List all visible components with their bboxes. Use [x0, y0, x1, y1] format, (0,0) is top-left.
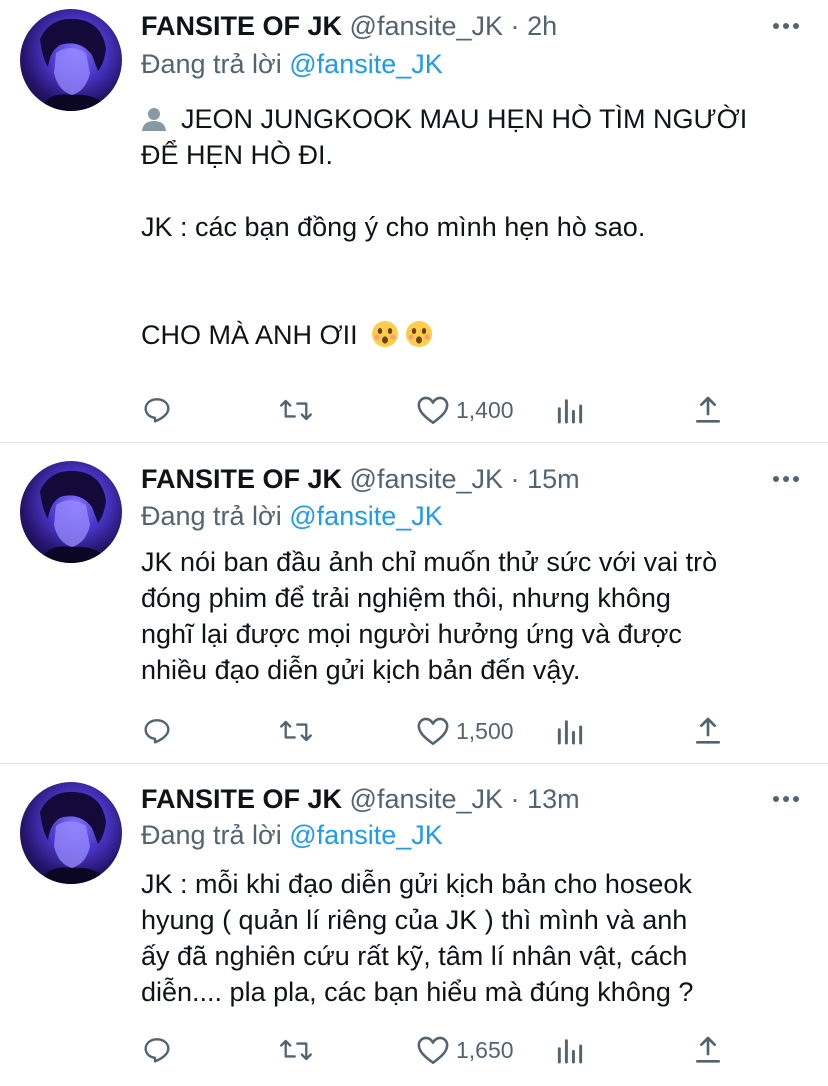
like-button[interactable]: 1,400: [416, 390, 514, 430]
more-icon: [773, 796, 799, 802]
share-button[interactable]: [692, 711, 724, 751]
tweet[interactable]: FANSITE OF JK @fansite_JK · 15m Đang trả…: [0, 443, 828, 764]
analytics-button[interactable]: [554, 390, 586, 430]
replying-to: Đang trả lời @fansite_JK: [141, 819, 443, 851]
text-line: JK : mỗi khi đạo diễn gửi kịch bản cho h…: [141, 869, 692, 899]
like-icon: [417, 396, 449, 425]
reply-icon: [144, 1038, 170, 1063]
tweet-text: JEON JUNGKOOK MAU HẸN HÒ TÌM NGƯỜI ĐỂ HẸ…: [141, 101, 813, 353]
analytics-icon: [557, 399, 583, 424]
text-line: ấy đã nghiên cứu rất kỹ, tâm lí nhân vật…: [141, 941, 688, 971]
tweet[interactable]: FANSITE OF JK @fansite_JK · 13m Đang trả…: [0, 764, 828, 1086]
reply-button[interactable]: [141, 711, 173, 751]
text-line: nhiều đạo diễn gửi kịch bản đến vậy.: [141, 655, 581, 685]
retweet-icon: [280, 1039, 312, 1061]
tweet-actions: 1,650: [141, 1030, 741, 1070]
tweet-text: JK nói ban đầu ảnh chỉ muốn thử sức với …: [141, 544, 813, 688]
analytics-icon: [557, 720, 583, 745]
avatar-image: [40, 18, 108, 111]
text-line: JK : các bạn đồng ý cho mình hẹn hò sao.: [141, 212, 646, 242]
retweet-button[interactable]: [278, 1030, 314, 1070]
separator-dot: ·: [510, 464, 520, 494]
more-icon: [773, 23, 799, 29]
replying-to-label: Đang trả lời: [141, 820, 290, 850]
avatar-image: [40, 470, 108, 563]
avatar[interactable]: [20, 461, 122, 563]
share-icon: [696, 1036, 720, 1063]
display-name[interactable]: FANSITE OF JK: [141, 784, 342, 814]
astonished-face-emoji: [372, 321, 399, 347]
like-icon: [417, 717, 449, 746]
tweet-actions: 1,500: [141, 711, 741, 751]
replying-to: Đang trả lời @fansite_JK: [141, 48, 443, 80]
more-options-button[interactable]: [768, 469, 804, 489]
text-line: JEON JUNGKOOK MAU HẸN HÒ TÌM NGƯỜI: [181, 104, 748, 134]
avatar[interactable]: [20, 782, 122, 884]
retweet-button[interactable]: [278, 390, 314, 430]
like-count: 1,500: [456, 717, 514, 744]
text-line: CHO MÀ ANH ƠII: [141, 320, 358, 350]
share-button[interactable]: [692, 390, 724, 430]
share-button[interactable]: [692, 1030, 724, 1070]
reply-button[interactable]: [141, 390, 173, 430]
timestamp[interactable]: 15m: [527, 464, 580, 494]
more-options-button[interactable]: [768, 16, 804, 36]
replying-to-label: Đang trả lời: [141, 501, 290, 531]
separator-dot: ·: [510, 784, 520, 814]
like-count: 1,650: [456, 1036, 514, 1063]
avatar-image: [40, 791, 108, 884]
text-line: ĐỂ HẸN HÒ ĐI.: [141, 140, 334, 170]
reply-mention-link[interactable]: @fansite_JK: [289, 820, 442, 850]
timestamp[interactable]: 2h: [527, 11, 557, 41]
analytics-button[interactable]: [554, 711, 586, 751]
text-line: hyung ( quản lí riêng của JK ) thì mình …: [141, 905, 688, 935]
tweet-text: JK : mỗi khi đạo diễn gửi kịch bản cho h…: [141, 866, 813, 1010]
like-icon: [417, 1036, 449, 1065]
retweet-button[interactable]: [278, 711, 314, 751]
user-handle[interactable]: @fansite_JK: [350, 11, 503, 41]
text-line: đóng phim để trải nghiệm thôi, nhưng khô…: [141, 583, 671, 613]
user-handle[interactable]: @fansite_JK: [350, 464, 503, 494]
more-options-button[interactable]: [768, 789, 804, 809]
like-button[interactable]: 1,500: [416, 711, 514, 751]
reply-button[interactable]: [141, 1030, 173, 1070]
retweet-icon: [280, 720, 312, 742]
more-icon: [773, 476, 799, 482]
timestamp[interactable]: 13m: [527, 784, 580, 814]
share-icon: [696, 396, 720, 423]
avatar[interactable]: [20, 9, 122, 111]
text-line: diễn.... pla pla, các bạn hiểu mà đúng k…: [141, 977, 694, 1007]
reply-mention-link[interactable]: @fansite_JK: [289, 501, 442, 531]
reply-icon: [144, 719, 170, 744]
display-name[interactable]: FANSITE OF JK: [141, 464, 342, 494]
display-name[interactable]: FANSITE OF JK: [141, 11, 342, 41]
retweet-icon: [280, 399, 312, 421]
reply-mention-link[interactable]: @fansite_JK: [289, 49, 442, 79]
separator-dot: ·: [510, 11, 520, 41]
user-icon: [142, 108, 166, 131]
text-line: JK nói ban đầu ảnh chỉ muốn thử sức với …: [141, 547, 718, 577]
replying-to: Đang trả lời @fansite_JK: [141, 500, 443, 532]
tweet[interactable]: FANSITE OF JK @fansite_JK · 2h Đang trả …: [0, 0, 828, 443]
user-handle[interactable]: @fansite_JK: [350, 784, 503, 814]
tweet-actions: 1,400: [141, 390, 741, 430]
text-line: nghĩ lại được mọi người hưởng ứng và đượ…: [141, 619, 682, 649]
like-count: 1,400: [456, 396, 514, 423]
astonished-face-emoji: [406, 321, 433, 347]
analytics-button[interactable]: [554, 1030, 586, 1070]
replying-to-label: Đang trả lời: [141, 49, 290, 79]
share-icon: [696, 717, 720, 744]
analytics-icon: [557, 1039, 583, 1064]
reply-icon: [144, 398, 170, 423]
like-button[interactable]: 1,650: [416, 1030, 514, 1070]
